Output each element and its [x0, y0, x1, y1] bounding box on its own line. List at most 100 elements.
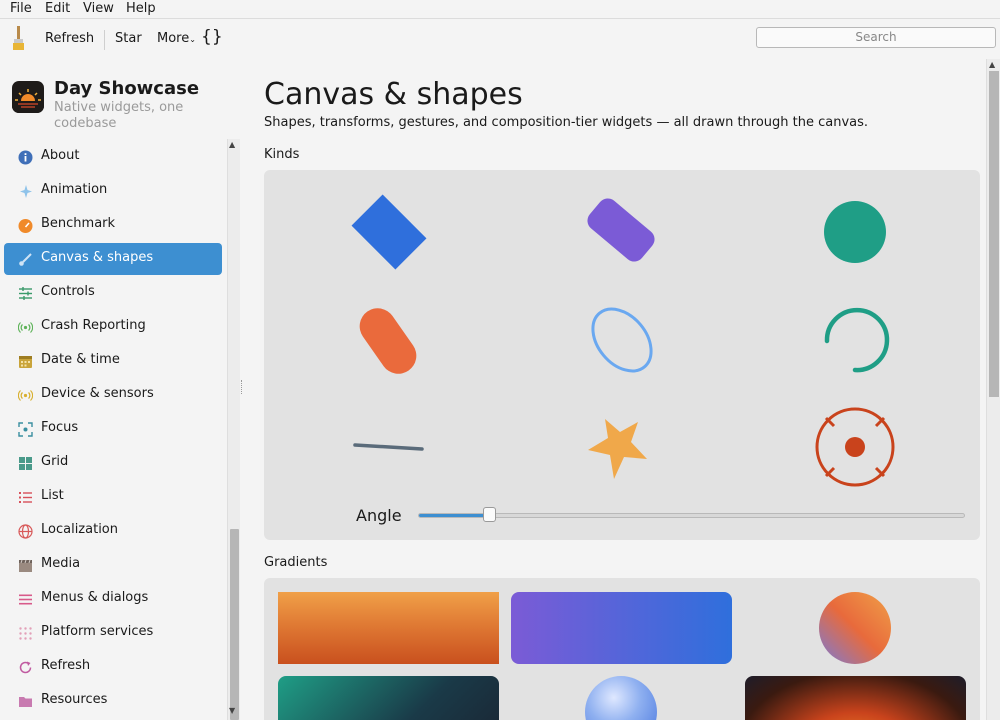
- globe-icon: [18, 524, 33, 539]
- capsule-shape: [359, 308, 417, 374]
- gradients-panel: [264, 578, 980, 720]
- sidebar-item-label: Animation: [41, 182, 108, 197]
- toolbar: Refresh Star More⌄ {} Search: [0, 19, 1000, 59]
- sidebar-item-menus-dialogs[interactable]: Menus & dialogs: [4, 583, 222, 615]
- sidebar-scroll-thumb[interactable]: [230, 529, 239, 720]
- sidebar-item-crash-reporting[interactable]: Crash Reporting: [4, 311, 222, 343]
- rounded-rect-shape: [587, 198, 655, 262]
- main-scroll-thumb[interactable]: [989, 71, 999, 397]
- sidebar-scrollbar[interactable]: ▲ ▼: [227, 139, 240, 720]
- angle-slider-track[interactable]: [418, 513, 965, 518]
- main-content: Canvas & shapes Shapes, transforms, gest…: [244, 59, 986, 720]
- circular-gradient-swatch: [819, 592, 891, 664]
- sidebar-item-media[interactable]: Media: [4, 549, 222, 581]
- scroll-up-arrow-icon[interactable]: ▲: [989, 60, 995, 69]
- search-input[interactable]: Search: [756, 27, 996, 48]
- refresh-icon: [18, 660, 33, 675]
- sidebar-item-label: Device & sensors: [41, 386, 154, 401]
- focus-icon: [18, 422, 33, 437]
- arc-shape: [824, 307, 890, 373]
- star-shape: [588, 419, 647, 479]
- folder-icon: [18, 694, 33, 709]
- sidebar-item-grid[interactable]: Grid: [4, 447, 222, 479]
- page-description: Shapes, transforms, gestures, and compos…: [264, 115, 869, 130]
- horizontal-gradient-swatch: [511, 592, 732, 664]
- sidebar-item-label: Benchmark: [41, 216, 116, 231]
- sidebar-item-date-time[interactable]: Date & time: [4, 345, 222, 377]
- scroll-down-arrow-icon[interactable]: ▼: [229, 706, 235, 715]
- sidebar-item-resources[interactable]: Resources: [4, 685, 222, 717]
- page-title: Canvas & shapes: [264, 77, 523, 112]
- sidebar-item-benchmark[interactable]: Benchmark: [4, 209, 222, 241]
- sidebar-item-label: About: [41, 148, 80, 163]
- sidebar-item-label: Platform services: [41, 624, 154, 639]
- more-label: More: [157, 31, 190, 46]
- star-button[interactable]: Star: [115, 31, 142, 46]
- sidebar: Day Showcase Native widgets, one codebas…: [0, 59, 241, 720]
- app-title: Day Showcase: [54, 78, 200, 99]
- sensor-icon: [17, 388, 34, 403]
- angle-slider-handle[interactable]: [483, 507, 496, 522]
- sidebar-item-refresh[interactable]: Refresh: [4, 651, 222, 683]
- menu-icon: [18, 592, 33, 607]
- linear-gradient-swatch: [278, 592, 499, 664]
- kinds-heading: Kinds: [264, 147, 300, 162]
- more-button[interactable]: More⌄: [157, 31, 196, 46]
- menu-help[interactable]: Help: [126, 1, 156, 16]
- scroll-up-arrow-icon[interactable]: ▲: [229, 140, 235, 149]
- clapper-icon: [18, 558, 33, 573]
- sidebar-item-label: Refresh: [41, 658, 91, 673]
- sidebar-item-label: Controls: [41, 284, 95, 299]
- sidebar-item-about[interactable]: About: [4, 141, 222, 173]
- sidebar-item-label: Focus: [41, 420, 79, 435]
- sidebar-item-label: Date & time: [41, 352, 120, 367]
- menu-view[interactable]: View: [83, 1, 114, 16]
- sidebar-item-platform-services[interactable]: Platform services: [4, 617, 222, 649]
- gradients-heading: Gradients: [264, 555, 328, 570]
- list-icon: [18, 490, 33, 505]
- menu-edit[interactable]: Edit: [45, 1, 70, 16]
- sunset-gradient-swatch: [745, 676, 966, 720]
- toolbar-separator: [104, 30, 105, 50]
- braces-button[interactable]: {}: [201, 27, 223, 47]
- sidebar-item-focus[interactable]: Focus: [4, 413, 222, 445]
- sidebar-item-controls[interactable]: Controls: [4, 277, 222, 309]
- broadcast-icon: [17, 320, 34, 335]
- sparkle-icon: [18, 184, 33, 199]
- sidebar-item-list[interactable]: List: [4, 481, 222, 513]
- sidebar-item-label: Resources: [41, 692, 108, 707]
- menu-file[interactable]: File: [10, 1, 32, 16]
- chevron-down-icon: ⌄: [189, 35, 196, 44]
- grid-icon: [18, 456, 33, 471]
- sidebar-item-label: Menus & dialogs: [41, 590, 149, 605]
- app-logo-icon: [12, 81, 44, 113]
- sidebar-item-label: Localization: [41, 522, 118, 537]
- target-center-dot: [845, 437, 865, 457]
- line-shape: [353, 443, 424, 451]
- info-icon: [18, 150, 33, 165]
- angle-slider-fill: [419, 514, 490, 517]
- sidebar-item-label: Canvas & shapes: [41, 250, 154, 265]
- brush-icon: [18, 252, 33, 267]
- sidebar-item-label: Media: [41, 556, 81, 571]
- rectangle-shape: [351, 194, 427, 270]
- circle-shape: [824, 201, 886, 263]
- sidebar-item-label: List: [41, 488, 64, 503]
- sidebar-item-device-sensors[interactable]: Device & sensors: [4, 379, 222, 411]
- menu-bar: File Edit View Help: [0, 0, 1000, 19]
- refresh-button[interactable]: Refresh: [45, 31, 94, 46]
- brush-tool-icon[interactable]: [11, 25, 27, 55]
- sidebar-item-canvas-shapes[interactable]: Canvas & shapes: [4, 243, 222, 275]
- sidebar-item-animation[interactable]: Animation: [4, 175, 222, 207]
- dots-icon: [18, 626, 33, 641]
- radial-sphere-swatch: [585, 676, 657, 720]
- ellipse-outline-shape: [591, 307, 653, 373]
- sidebar-item-label: Grid: [41, 454, 69, 469]
- sidebar-item-label: Crash Reporting: [41, 318, 146, 333]
- main-scrollbar[interactable]: ▲: [986, 59, 1000, 720]
- shapes-canvas[interactable]: [264, 170, 980, 540]
- sliders-icon: [18, 286, 33, 301]
- diagonal-gradient-swatch: [278, 676, 499, 720]
- app-subtitle: Native widgets, one codebase: [54, 100, 184, 131]
- sidebar-item-localization[interactable]: Localization: [4, 515, 222, 547]
